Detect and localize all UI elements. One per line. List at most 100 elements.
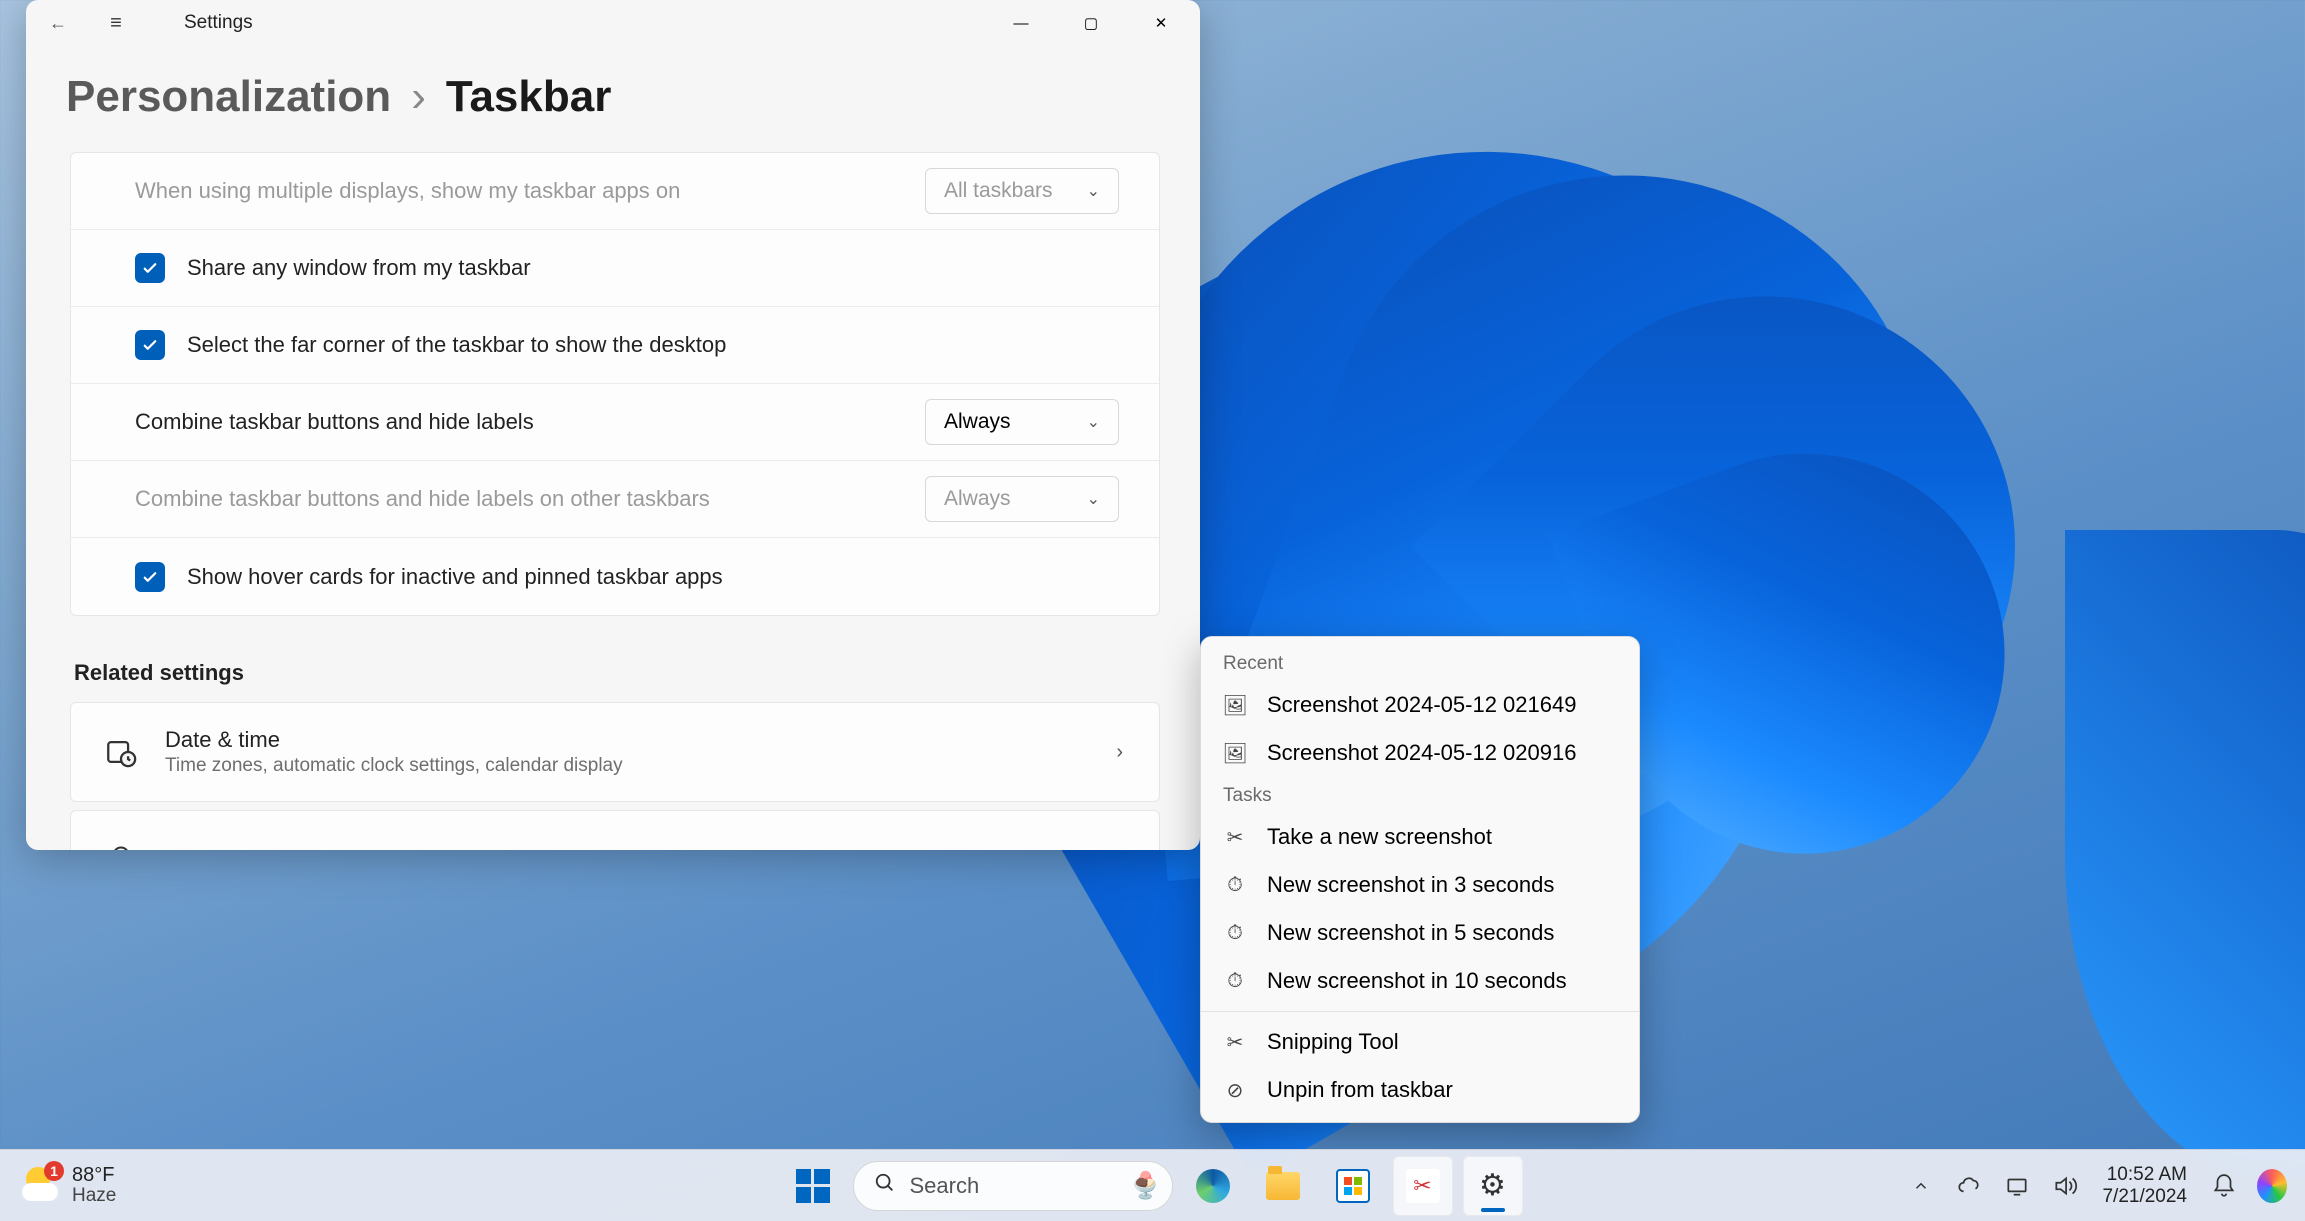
snipping-tool-icon: ✂ xyxy=(1223,1030,1247,1054)
check-icon xyxy=(141,336,159,354)
timer-icon: ⏱ xyxy=(1223,969,1247,993)
weather-temp: 88°F xyxy=(72,1164,116,1186)
taskbar-search[interactable]: Search 🍨 xyxy=(853,1161,1173,1211)
back-button[interactable]: ← xyxy=(46,13,70,34)
date-time-link[interactable]: Date & time Time zones, automatic clock … xyxy=(70,702,1160,802)
edge-icon xyxy=(1196,1169,1230,1203)
combine-buttons-dropdown[interactable]: Always ⌄ xyxy=(925,399,1119,445)
breadcrumb: Personalization › Taskbar xyxy=(26,46,1200,152)
jumplist-app-launch[interactable]: ✂ Snipping Tool xyxy=(1201,1018,1639,1066)
multi-display-label: When using multiple displays, show my ta… xyxy=(135,178,925,204)
share-window-row[interactable]: Share any window from my taskbar xyxy=(71,230,1159,307)
snipping-tool-taskbar-button[interactable]: ✂ xyxy=(1393,1156,1453,1216)
date-time-subtitle: Time zones, automatic clock settings, ca… xyxy=(165,755,1116,777)
close-button[interactable]: ✕ xyxy=(1126,0,1196,46)
minimize-button[interactable]: — xyxy=(986,0,1056,46)
date-time-title: Date & time xyxy=(165,727,1116,753)
jumplist-task-10s[interactable]: ⏱ New screenshot in 10 seconds xyxy=(1201,957,1639,1005)
copilot-button[interactable] xyxy=(2257,1171,2287,1201)
weather-icon: 1 xyxy=(22,1165,62,1205)
far-corner-label: Select the far corner of the taskbar to … xyxy=(187,332,1119,358)
weather-badge: 1 xyxy=(44,1161,64,1181)
combine-buttons-row: Combine taskbar buttons and hide labels … xyxy=(71,384,1159,461)
far-corner-row[interactable]: Select the far corner of the taskbar to … xyxy=(71,307,1159,384)
breadcrumb-current: Taskbar xyxy=(446,72,612,122)
image-file-icon: 🖼 xyxy=(1223,741,1247,765)
check-icon xyxy=(141,568,159,586)
notifications-button[interactable] xyxy=(2209,1171,2239,1201)
nav-menu-button[interactable]: ≡ xyxy=(104,12,128,35)
windows-logo-icon xyxy=(796,1169,830,1203)
explorer-taskbar-button[interactable] xyxy=(1253,1156,1313,1216)
store-icon xyxy=(1336,1169,1370,1203)
tray-overflow-button[interactable] xyxy=(1906,1171,1936,1201)
unpin-icon: ⊘ xyxy=(1223,1078,1247,1102)
multi-display-row: When using multiple displays, show my ta… xyxy=(71,153,1159,230)
hover-cards-label: Show hover cards for inactive and pinned… xyxy=(187,564,1119,590)
far-corner-checkbox[interactable] xyxy=(135,330,165,360)
taskbar-clock[interactable]: 10:52 AM 7/21/2024 xyxy=(2098,1164,2191,1208)
copilot-icon xyxy=(2257,1169,2287,1203)
hover-cards-row[interactable]: Show hover cards for inactive and pinned… xyxy=(71,538,1159,615)
jumplist-recent-header: Recent xyxy=(1201,645,1639,681)
timer-icon: ⏱ xyxy=(1223,921,1247,945)
combine-buttons-label: Combine taskbar buttons and hide labels xyxy=(135,409,925,435)
chevron-down-icon: ⌄ xyxy=(1087,489,1100,509)
jumplist-recent-item[interactable]: 🖼 Screenshot 2024-05-12 020916 xyxy=(1201,729,1639,777)
bell-icon xyxy=(103,842,139,850)
share-window-checkbox[interactable] xyxy=(135,253,165,283)
folder-icon xyxy=(1266,1172,1300,1200)
share-window-label: Share any window from my taskbar xyxy=(187,255,1119,281)
check-icon xyxy=(141,259,159,277)
search-highlight-icon: 🍨 xyxy=(1129,1170,1161,1201)
maximize-button[interactable]: ▢ xyxy=(1056,0,1126,46)
weather-widget[interactable]: 1 88°F Haze xyxy=(0,1164,116,1207)
chevron-right-icon: › xyxy=(1116,741,1123,764)
settings-window: ← ≡ Settings — ▢ ✕ Personalization › Tas… xyxy=(26,0,1200,850)
notifications-title: Notifications & actions xyxy=(165,847,1116,850)
taskbar: 1 88°F Haze Search 🍨 ✂ ⚙ xyxy=(0,1149,2305,1221)
snip-icon: ✂ xyxy=(1223,825,1247,849)
taskbar-behaviors-card: When using multiple displays, show my ta… xyxy=(70,152,1160,616)
settings-taskbar-button[interactable]: ⚙ xyxy=(1463,1156,1523,1216)
edge-taskbar-button[interactable] xyxy=(1183,1156,1243,1216)
hover-cards-checkbox[interactable] xyxy=(135,562,165,592)
chevron-down-icon: ⌄ xyxy=(1087,181,1100,201)
network-icon[interactable] xyxy=(2002,1171,2032,1201)
store-taskbar-button[interactable] xyxy=(1323,1156,1383,1216)
system-tray: 10:52 AM 7/21/2024 xyxy=(1906,1164,2287,1208)
multi-display-dropdown: All taskbars ⌄ xyxy=(925,168,1119,214)
combine-other-label: Combine taskbar buttons and hide labels … xyxy=(135,486,925,512)
jumplist-tasks-header: Tasks xyxy=(1201,777,1639,813)
jumplist-task-5s[interactable]: ⏱ New screenshot in 5 seconds xyxy=(1201,909,1639,957)
related-settings-header: Related settings xyxy=(74,660,1160,686)
combine-other-row: Combine taskbar buttons and hide labels … xyxy=(71,461,1159,538)
search-placeholder: Search xyxy=(910,1173,980,1199)
jumplist-unpin[interactable]: ⊘ Unpin from taskbar xyxy=(1201,1066,1639,1114)
start-button[interactable] xyxy=(783,1156,843,1216)
volume-icon[interactable] xyxy=(2050,1171,2080,1201)
jumplist-task-3s[interactable]: ⏱ New screenshot in 3 seconds xyxy=(1201,861,1639,909)
gear-icon: ⚙ xyxy=(1476,1169,1510,1203)
divider xyxy=(1201,1011,1639,1012)
notifications-link[interactable]: Notifications & actions › xyxy=(70,810,1160,850)
breadcrumb-parent[interactable]: Personalization xyxy=(66,72,391,122)
taskbar-date: 7/21/2024 xyxy=(2102,1186,2187,1208)
chevron-right-icon: › xyxy=(1116,849,1123,851)
snipping-tool-icon: ✂ xyxy=(1406,1169,1440,1203)
snipping-tool-jumplist: Recent 🖼 Screenshot 2024-05-12 021649 🖼 … xyxy=(1200,636,1640,1123)
app-title: Settings xyxy=(184,12,253,34)
search-icon xyxy=(874,1172,896,1200)
calendar-clock-icon xyxy=(103,734,139,770)
chevron-down-icon: ⌄ xyxy=(1087,412,1100,432)
taskbar-time: 10:52 AM xyxy=(2102,1164,2187,1186)
breadcrumb-separator: › xyxy=(411,72,426,122)
jumplist-task-new[interactable]: ✂ Take a new screenshot xyxy=(1201,813,1639,861)
combine-other-dropdown: Always ⌄ xyxy=(925,476,1119,522)
jumplist-recent-item[interactable]: 🖼 Screenshot 2024-05-12 021649 xyxy=(1201,681,1639,729)
image-file-icon: 🖼 xyxy=(1223,693,1247,717)
onedrive-icon[interactable] xyxy=(1954,1171,1984,1201)
weather-condition: Haze xyxy=(72,1186,116,1207)
titlebar: ← ≡ Settings — ▢ ✕ xyxy=(26,0,1200,46)
timer-icon: ⏱ xyxy=(1223,873,1247,897)
